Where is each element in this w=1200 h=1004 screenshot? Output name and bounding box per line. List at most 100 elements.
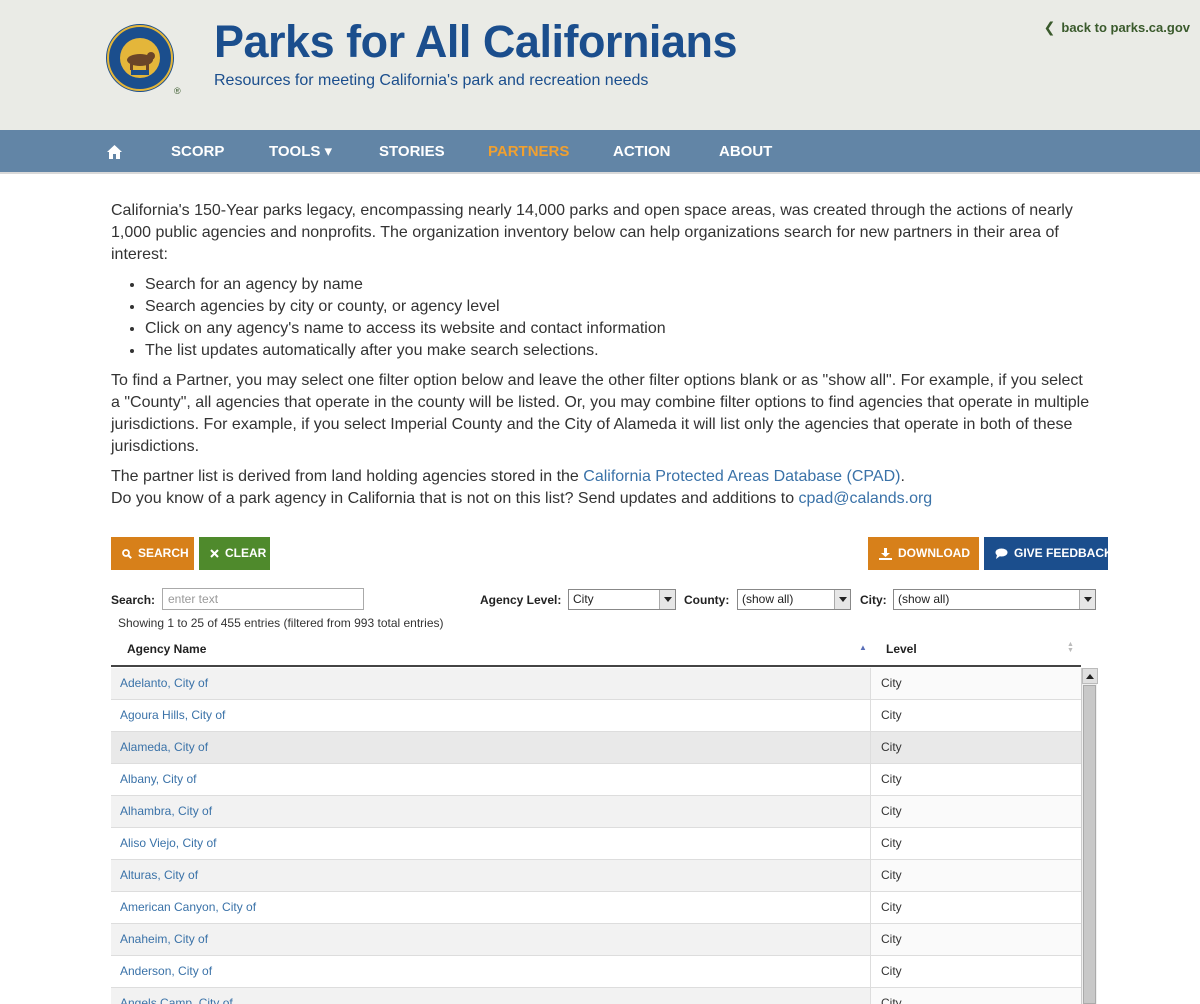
table-row: American Canyon, City of City xyxy=(111,892,1081,924)
update-prefix: Do you know of a park agency in Californ… xyxy=(111,490,799,507)
download-button-label: DOWNLOAD xyxy=(898,546,970,560)
intro-content: California's 150-Year parks legacy, enco… xyxy=(111,200,1091,510)
table-row: Albany, City of City xyxy=(111,764,1081,796)
download-button[interactable]: DOWNLOAD xyxy=(868,537,979,570)
home-icon[interactable] xyxy=(106,144,123,160)
close-icon xyxy=(210,549,219,558)
scroll-up-icon[interactable] xyxy=(1082,668,1098,684)
agency-name-cell: Albany, City of xyxy=(111,764,871,795)
city-label: City: xyxy=(860,593,887,607)
list-item: Search for an agency by name xyxy=(145,274,1091,296)
california-state-parks-seal-icon[interactable]: ® xyxy=(104,22,182,96)
table-row: Agoura Hills, City of City xyxy=(111,700,1081,732)
chevron-down-icon[interactable] xyxy=(1079,590,1095,609)
agency-table-body: Adelanto, City of City Agoura Hills, City… xyxy=(111,668,1081,1004)
level-cell: City xyxy=(871,956,1081,987)
agency-name-cell: American Canyon, City of xyxy=(111,892,871,923)
clear-button[interactable]: CLEAR xyxy=(199,537,270,570)
agency-link[interactable]: Adelanto, City of xyxy=(120,676,208,690)
city-select[interactable]: (show all) xyxy=(893,589,1096,610)
list-item: Click on any agency's name to access its… xyxy=(145,318,1091,340)
level-cell: City xyxy=(871,828,1081,859)
search-icon xyxy=(122,548,132,559)
level-cell: City xyxy=(871,668,1081,699)
search-button[interactable]: SEARCH xyxy=(111,537,194,570)
table-row: Angels Camp, City of City xyxy=(111,988,1081,1004)
scrollbar-thumb[interactable] xyxy=(1083,685,1096,1004)
agency-link[interactable]: Anderson, City of xyxy=(120,964,212,978)
agency-link[interactable]: Alhambra, City of xyxy=(120,804,212,818)
chevron-down-icon[interactable] xyxy=(659,590,675,609)
table-scrollbar[interactable] xyxy=(1081,668,1098,1004)
search-label: Search: xyxy=(111,593,156,607)
give-feedback-button[interactable]: GIVE FEEDBACK xyxy=(984,537,1113,570)
source-prefix: The partner list is derived from land ho… xyxy=(111,468,584,485)
source-suffix: . xyxy=(900,468,905,485)
site-title[interactable]: Parks for All Californians xyxy=(214,16,737,68)
county-select[interactable]: (show all) xyxy=(737,589,851,610)
nav-item-action[interactable]: ACTION xyxy=(613,130,671,174)
download-icon xyxy=(879,547,892,560)
agency-name-cell: Aliso Viejo, City of xyxy=(111,828,871,859)
nav-item-stories[interactable]: STORIES xyxy=(379,130,445,174)
search-button-label: SEARCH xyxy=(138,546,189,560)
intro-paragraph: California's 150-Year parks legacy, enco… xyxy=(111,202,1073,263)
column-header-agency-name[interactable]: Agency Name xyxy=(127,634,206,665)
nav-item-scorp[interactable]: SCORP xyxy=(171,130,224,174)
agency-link[interactable]: Aliso Viejo, City of xyxy=(120,836,217,850)
table-row: Alturas, City of City xyxy=(111,860,1081,892)
chevron-left-icon: ❮ xyxy=(1043,19,1056,35)
chevron-down-icon[interactable] xyxy=(834,590,850,609)
table-row: Anaheim, City of City xyxy=(111,924,1081,956)
main-nav: SCORP TOOLS ▾ STORIES PARTNERS ACTION AB… xyxy=(0,130,1200,174)
search-input[interactable] xyxy=(162,588,364,610)
sort-ascending-icon[interactable]: ▲ xyxy=(859,643,867,652)
agency-name-cell: Alameda, City of xyxy=(111,732,871,763)
back-link-label: back to parks.ca.gov xyxy=(1061,20,1190,35)
table-info: Showing 1 to 25 of 455 entries (filtered… xyxy=(118,616,444,630)
agency-name-cell: Alhambra, City of xyxy=(111,796,871,827)
table-row: Alameda, City of City xyxy=(111,732,1081,764)
instructions-list: Search for an agency by name Search agen… xyxy=(145,274,1091,362)
county-value: (show all) xyxy=(742,592,794,606)
table-row: Anderson, City of City xyxy=(111,956,1081,988)
agency-level-select[interactable]: City xyxy=(568,589,676,610)
city-value: (show all) xyxy=(898,592,950,606)
agency-name-cell: Alturas, City of xyxy=(111,860,871,891)
table-row: Adelanto, City of City xyxy=(111,668,1081,700)
level-cell: City xyxy=(871,988,1081,1004)
level-cell: City xyxy=(871,764,1081,795)
list-item: Search agencies by city or county, or ag… xyxy=(145,296,1091,318)
filter-paragraph: To find a Partner, you may select one fi… xyxy=(111,372,1090,455)
cpad-link[interactable]: California Protected Areas Database (CPA… xyxy=(583,468,900,485)
county-label: County: xyxy=(684,593,730,607)
table-row: Alhambra, City of City xyxy=(111,796,1081,828)
level-cell: City xyxy=(871,732,1081,763)
agency-name-cell: Agoura Hills, City of xyxy=(111,700,871,731)
agency-link[interactable]: Angels Camp, City of xyxy=(120,996,233,1004)
agency-link[interactable]: Agoura Hills, City of xyxy=(120,708,225,722)
nav-item-tools[interactable]: TOOLS ▾ xyxy=(269,130,332,174)
nav-item-partners[interactable]: PARTNERS xyxy=(488,130,569,174)
agency-link[interactable]: Alameda, City of xyxy=(120,740,208,754)
nav-item-about[interactable]: ABOUT xyxy=(719,130,772,174)
back-to-parks-link[interactable]: ❮ back to parks.ca.gov xyxy=(1044,19,1190,36)
list-item: The list updates automatically after you… xyxy=(145,340,1091,362)
agency-link[interactable]: American Canyon, City of xyxy=(120,900,256,914)
agency-name-cell: Angels Camp, City of xyxy=(111,988,871,1004)
level-cell: City xyxy=(871,796,1081,827)
column-header-level[interactable]: Level xyxy=(886,634,917,665)
give-feedback-button-label: GIVE FEEDBACK xyxy=(1014,546,1113,560)
level-cell: City xyxy=(871,860,1081,891)
agency-link[interactable]: Anaheim, City of xyxy=(120,932,208,946)
agency-level-label: Agency Level: xyxy=(480,593,562,607)
agency-link[interactable]: Albany, City of xyxy=(120,772,196,786)
level-cell: City xyxy=(871,892,1081,923)
level-cell: City xyxy=(871,924,1081,955)
email-link[interactable]: cpad@calands.org xyxy=(799,490,933,507)
sort-both-icon[interactable]: ▲ ▼ xyxy=(1067,641,1074,654)
agency-link[interactable]: Alturas, City of xyxy=(120,868,198,882)
table-row: Aliso Viejo, City of City xyxy=(111,828,1081,860)
site-header: ® Parks for All Californians Resources f… xyxy=(0,0,1200,130)
level-cell: City xyxy=(871,700,1081,731)
